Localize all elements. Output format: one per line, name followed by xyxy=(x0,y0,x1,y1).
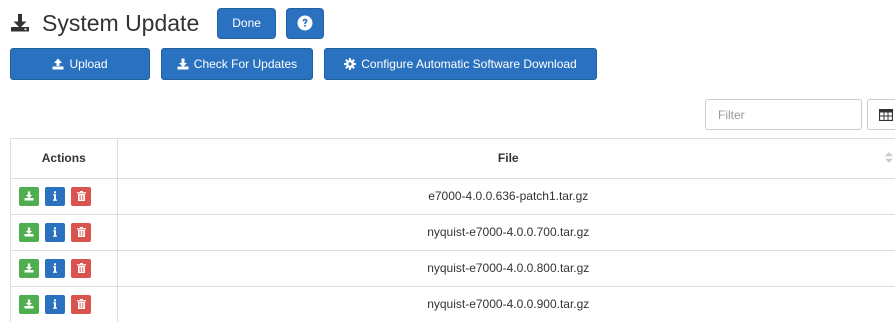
toolbar: Upload Check For Updates Configure Autom… xyxy=(10,48,608,80)
filter-input[interactable] xyxy=(705,99,862,130)
row-actions-cell xyxy=(11,214,118,251)
table-row: e7000-4.0.0.636-patch1.tar.gz xyxy=(11,178,895,215)
configure-auto-download-button[interactable]: Configure Automatic Software Download xyxy=(324,48,597,80)
delete-button[interactable] xyxy=(71,186,91,206)
actions-column-header: Actions xyxy=(11,139,118,179)
upload-icon xyxy=(52,58,64,70)
file-cell: e7000-4.0.0.636-patch1.tar.gz xyxy=(117,178,895,215)
info-button[interactable] xyxy=(45,258,65,278)
table-columns-icon xyxy=(879,108,893,121)
done-button[interactable]: Done xyxy=(217,7,276,39)
configure-auto-download-label: Configure Automatic Software Download xyxy=(361,57,577,71)
check-for-updates-button[interactable]: Check For Updates xyxy=(161,48,313,80)
file-column-label: File xyxy=(497,151,519,166)
info-button[interactable] xyxy=(45,294,65,314)
download-icon xyxy=(177,58,189,70)
info-icon xyxy=(53,299,57,309)
row-actions-cell xyxy=(11,250,118,287)
delete-button[interactable] xyxy=(71,222,91,242)
check-for-updates-label: Check For Updates xyxy=(193,57,298,71)
help-button[interactable] xyxy=(285,7,324,39)
columns-toggle-button[interactable] xyxy=(867,99,895,130)
file-name: nyquist-e7000-4.0.0.900.tar.gz xyxy=(427,297,590,311)
download-icon xyxy=(24,263,34,273)
file-cell: nyquist-e7000-4.0.0.700.tar.gz xyxy=(117,214,895,251)
info-icon xyxy=(53,263,57,273)
download-button[interactable] xyxy=(19,222,39,242)
delete-button[interactable] xyxy=(71,294,91,314)
download-icon xyxy=(24,227,34,237)
sort-icon xyxy=(885,152,893,163)
updates-table: Actions File e7000-4.0.0.636-patch1.tar.… xyxy=(10,138,895,322)
page-header: System Update Done xyxy=(10,6,324,40)
info-button[interactable] xyxy=(45,186,65,206)
file-column-header[interactable]: File xyxy=(117,139,895,179)
info-icon xyxy=(53,227,57,237)
download-button[interactable] xyxy=(19,186,39,206)
upload-button[interactable]: Upload xyxy=(10,48,150,80)
table-row: nyquist-e7000-4.0.0.700.tar.gz xyxy=(11,214,895,251)
page-title: System Update xyxy=(42,9,200,36)
file-name: nyquist-e7000-4.0.0.800.tar.gz xyxy=(427,261,590,275)
download-button[interactable] xyxy=(19,294,39,314)
table-header-row: Actions File xyxy=(11,139,895,179)
download-icon xyxy=(10,13,30,33)
download-button[interactable] xyxy=(19,258,39,278)
trash-icon xyxy=(76,191,86,201)
download-icon xyxy=(24,191,34,201)
system-update-page: System Update Done Upload Check For Upda… xyxy=(0,0,895,322)
row-actions-cell xyxy=(11,286,118,322)
download-icon xyxy=(24,299,34,309)
file-cell: nyquist-e7000-4.0.0.800.tar.gz xyxy=(117,250,895,287)
file-name: nyquist-e7000-4.0.0.700.tar.gz xyxy=(427,225,590,239)
trash-icon xyxy=(76,227,86,237)
table-row: nyquist-e7000-4.0.0.800.tar.gz xyxy=(11,250,895,287)
table-row: nyquist-e7000-4.0.0.900.tar.gz xyxy=(11,286,895,322)
gear-icon xyxy=(344,58,357,70)
upload-label: Upload xyxy=(69,57,108,71)
trash-icon xyxy=(76,299,86,309)
info-button[interactable] xyxy=(45,222,65,242)
trash-icon xyxy=(76,263,86,273)
file-cell: nyquist-e7000-4.0.0.900.tar.gz xyxy=(117,286,895,322)
info-icon xyxy=(53,191,57,201)
question-circle-icon xyxy=(297,15,313,31)
delete-button[interactable] xyxy=(71,258,91,278)
row-actions-cell xyxy=(11,178,118,215)
file-name: e7000-4.0.0.636-patch1.tar.gz xyxy=(428,189,589,203)
